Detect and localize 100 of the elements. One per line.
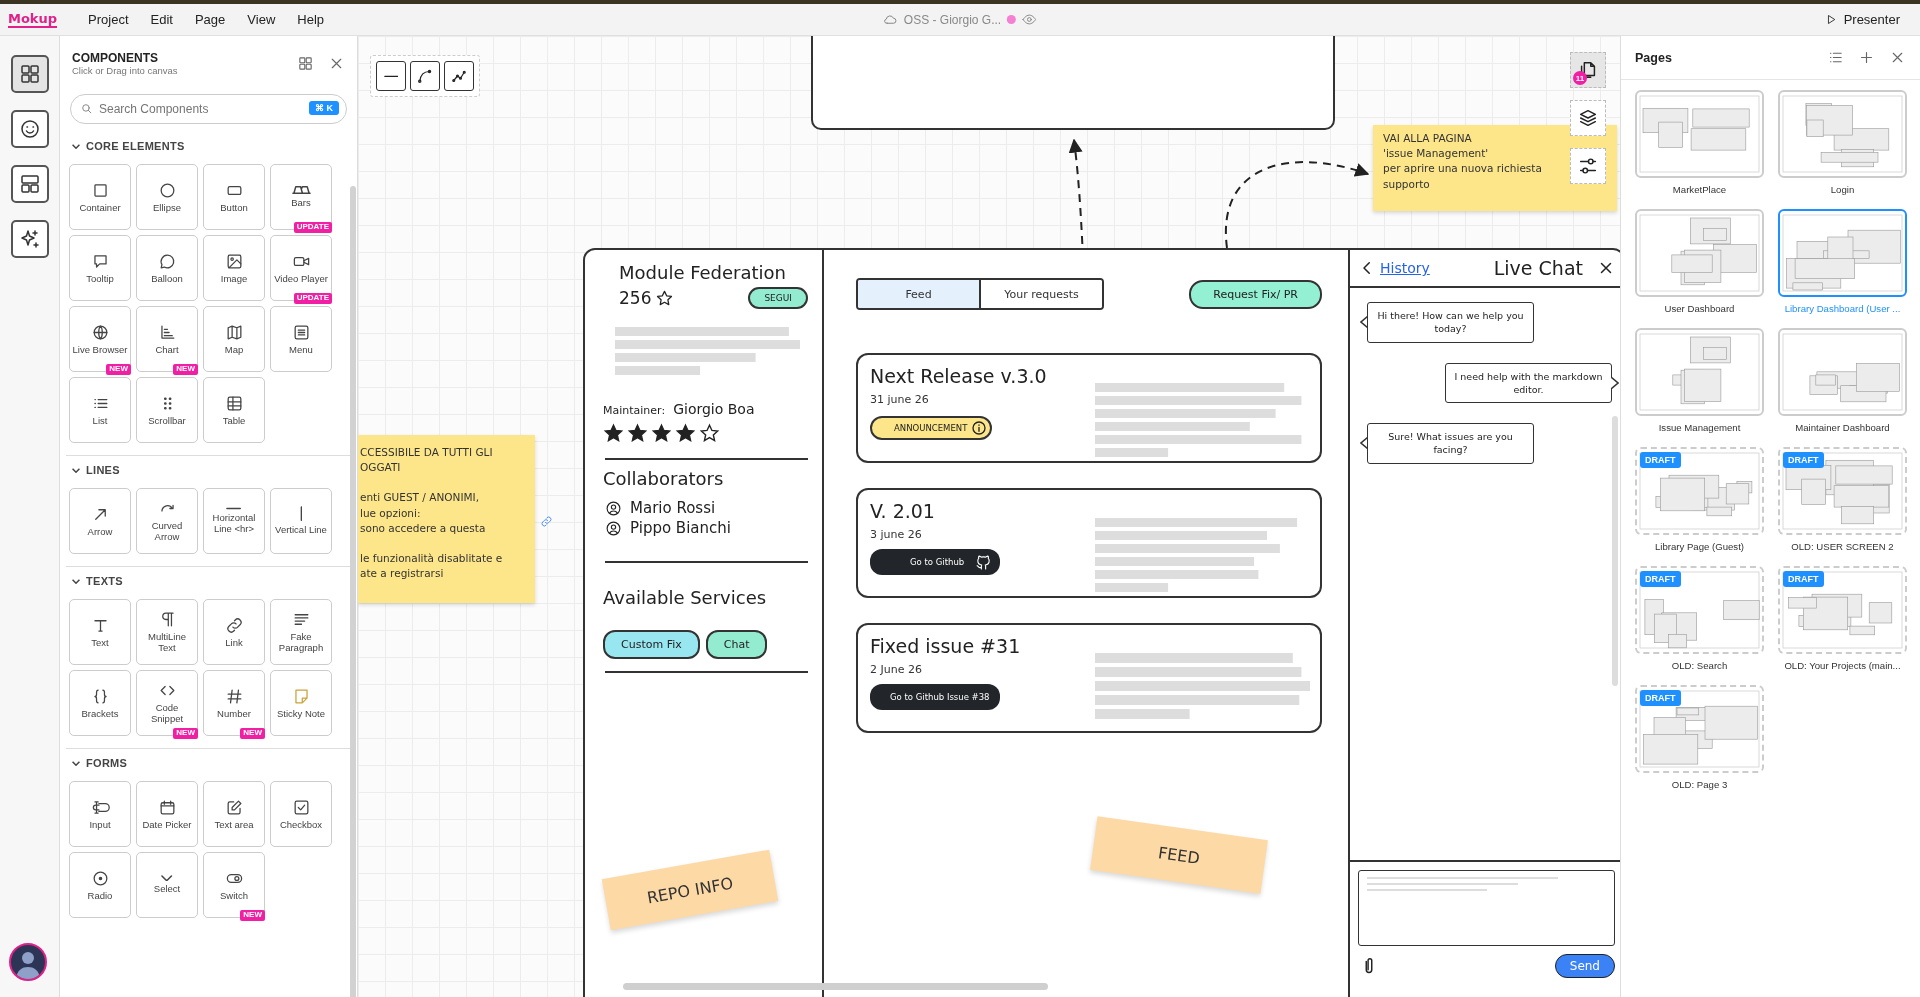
card-date: 2 June 26	[870, 663, 923, 676]
service-button[interactable]: Custom Fix	[603, 630, 700, 659]
presenter-button[interactable]: Presenter	[1812, 8, 1912, 31]
component-tile[interactable]: Live Browser NEW	[69, 306, 131, 372]
component-tile[interactable]: Switch NEW	[203, 852, 265, 918]
github-button[interactable]: Go to Github Issue #38	[870, 684, 1000, 710]
user-icon	[605, 519, 622, 537]
new-badge: NEW	[240, 728, 265, 739]
announcement-tag: ANNOUNCEMENT	[870, 416, 993, 440]
new-badge: NEW	[173, 728, 198, 739]
component-tile[interactable]: Sticky Note	[270, 670, 332, 736]
chevron-icon	[161, 874, 173, 882]
line-tool-button[interactable]	[376, 61, 406, 91]
send-button[interactable]: Send	[1554, 954, 1615, 978]
component-tile[interactable]: Map	[203, 306, 265, 372]
menu-item[interactable]: View	[236, 8, 287, 31]
sticky-note: CCESSIBILE DA TUTTI GLI OGGATI enti GUEST / ANONIMI, lue opzioni: sono accedere a questa le funzionalità disablitate e ate a registrarsi	[358, 435, 535, 603]
component-tile[interactable]: Container	[69, 164, 131, 230]
scrollbar[interactable]	[1612, 416, 1618, 686]
tab[interactable]: Feed	[858, 280, 979, 308]
menu-item[interactable]: Help	[286, 8, 336, 31]
component-tile[interactable]: Ellipse	[136, 164, 198, 230]
message-field[interactable]	[1358, 870, 1615, 946]
component-tile[interactable]: Button	[203, 164, 265, 230]
component-tile[interactable]: Scrollbar	[136, 377, 198, 443]
section-header[interactable]: LINES	[60, 456, 357, 484]
component-tile[interactable]: Tooltip	[69, 235, 131, 301]
polyline-tool-button[interactable]	[444, 61, 474, 91]
info-icon	[971, 420, 988, 436]
grid-icon[interactable]	[297, 54, 314, 72]
tool-button[interactable]	[10, 220, 49, 258]
plus-icon[interactable]	[1858, 49, 1875, 66]
component-tile[interactable]: Brackets	[69, 670, 131, 736]
menu-item[interactable]: Page	[183, 8, 237, 31]
component-tile[interactable]: Bars UPDATE	[270, 164, 332, 230]
chat-title: Live Chat	[1493, 257, 1583, 279]
component-tile[interactable]: Arrow	[69, 488, 131, 554]
new-badge: NEW	[173, 364, 198, 375]
chat-bubble: Hi there! How can we help you today?	[1367, 302, 1534, 343]
star-icon	[699, 423, 720, 444]
card-title: Next Release v.3.0	[870, 365, 1048, 387]
scrollbar[interactable]	[350, 186, 356, 997]
component-tile[interactable]: Table	[203, 377, 265, 443]
repo-title: Module Federation	[619, 262, 788, 283]
maintainer-label: Maintainer:	[603, 404, 666, 417]
component-tile[interactable]: Balloon	[136, 235, 198, 301]
chevron-icon	[72, 143, 80, 149]
tool-button[interactable]	[10, 165, 49, 203]
panel-subtitle: Click or Drag into canvas	[72, 64, 178, 76]
new-badge: UPDATE	[293, 293, 332, 304]
component-tile[interactable]: Checkbox	[270, 781, 332, 847]
menu-item[interactable]: Edit	[139, 8, 184, 31]
search-icon	[80, 102, 93, 115]
curve-icon	[416, 67, 434, 85]
component-tile[interactable]: Chart NEW	[136, 306, 198, 372]
menu-item[interactable]: Project	[77, 8, 140, 31]
component-tile[interactable]: Image	[203, 235, 265, 301]
cloud-icon	[882, 12, 898, 27]
avatar[interactable]	[9, 943, 47, 981]
link-icon	[224, 615, 244, 635]
service-button[interactable]: Chat	[705, 630, 768, 659]
component-tile[interactable]: Vertical Line	[270, 488, 332, 554]
component-tile[interactable]: Date Picker	[136, 781, 198, 847]
link-icon[interactable]	[540, 515, 553, 528]
canvas-tool-button[interactable]	[1570, 100, 1606, 136]
component-tile[interactable]: Input	[69, 781, 131, 847]
component-tile[interactable]: MultiLine Text	[136, 599, 198, 665]
component-tile[interactable]: Fake Paragraph	[270, 599, 332, 665]
section-header[interactable]: TEXTS	[60, 567, 357, 595]
curve-tool-button[interactable]	[410, 61, 440, 91]
tool-button[interactable]	[10, 55, 49, 93]
component-tile[interactable]: Text area	[203, 781, 265, 847]
component-tile[interactable]: Horizontal Line <hr>	[203, 488, 265, 554]
status-dot	[1007, 15, 1017, 24]
app-logo: Mokup	[8, 11, 58, 28]
component-tile[interactable]: Select	[136, 852, 198, 918]
component-tile[interactable]: List	[69, 377, 131, 443]
maintainer-name: Giorgio Boa	[673, 401, 755, 417]
follow-button[interactable]: SEGUI	[748, 287, 808, 309]
canvas-tool-button[interactable]: 11	[1570, 52, 1606, 88]
component-tile[interactable]: Menu	[270, 306, 332, 372]
canvas-tool-button[interactable]	[1570, 148, 1606, 184]
component-tile[interactable]: Number NEW	[203, 670, 265, 736]
chevron-icon	[72, 467, 80, 473]
component-tile[interactable]: Video Player UPDATE	[270, 235, 332, 301]
component-tile[interactable]: Code Snippet NEW	[136, 670, 198, 736]
section-header[interactable]: CORE ELEMENTS	[60, 132, 357, 160]
component-tile[interactable]: Link	[203, 599, 265, 665]
history-link[interactable]: History	[1380, 260, 1430, 276]
document-title: OSS - Giorgio G...	[903, 12, 1002, 27]
tool-button[interactable]	[10, 110, 49, 148]
component-tile[interactable]: Text	[69, 599, 131, 665]
component-tile[interactable]: Curved Arrow	[136, 488, 198, 554]
scrollbar[interactable]	[623, 983, 1048, 990]
star-count: 256	[619, 288, 652, 308]
github-button[interactable]: Go to Github	[870, 549, 1000, 575]
request-button[interactable]: Request Fix/ PR	[1189, 279, 1322, 309]
tab[interactable]: Your requests	[979, 280, 1102, 308]
section-header[interactable]: FORMS	[60, 749, 357, 777]
component-tile[interactable]: Radio	[69, 852, 131, 918]
